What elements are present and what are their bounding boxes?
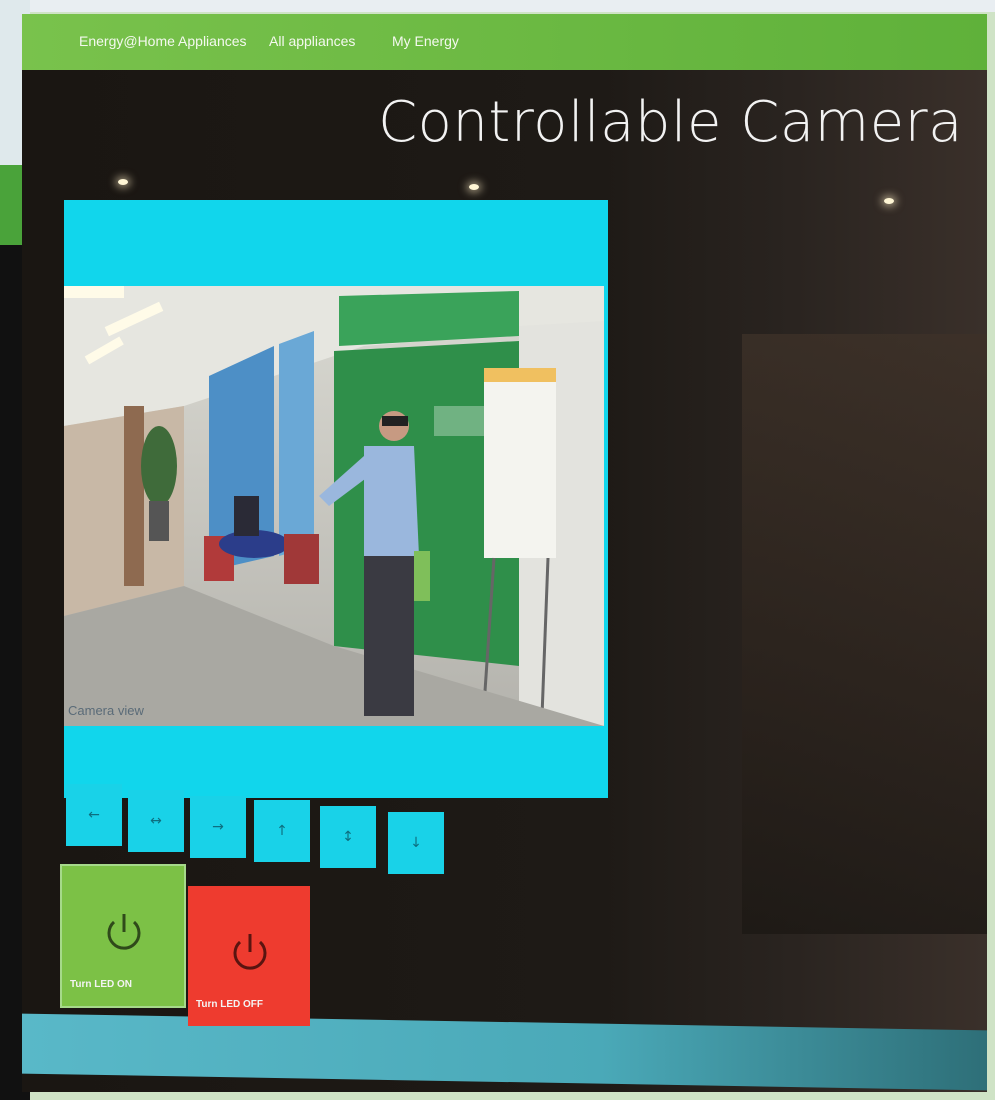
camera-panel: Camera view [64,200,608,798]
arrow-down-icon: ↓ [410,835,422,851]
ceiling-light [118,179,128,185]
tilt-vertical-button[interactable]: ↕ [320,806,376,868]
camera-image [64,286,604,726]
nav-item-all-appliances[interactable]: All appliances [269,33,355,49]
tilt-up-button[interactable]: ↑ [254,800,310,862]
ceiling-light [884,198,894,204]
page-title: Controllable Camera [378,90,963,155]
arrow-left-right-icon: ↔ [150,813,162,829]
turn-led-on-button[interactable]: Turn LED ON [60,864,186,1008]
nav-item-my-energy[interactable]: My Energy [392,33,459,49]
led-off-label: Turn LED OFF [196,999,264,1010]
tilt-down-button[interactable]: ↓ [388,812,444,874]
power-icon [107,914,141,950]
top-nav-bar: Energy@Home Appliances All appliances My… [22,14,987,70]
arrow-right-icon: → [212,819,224,835]
outer-background [0,0,995,12]
turn-led-off-button[interactable]: Turn LED OFF [188,886,310,1026]
pan-left-button[interactable]: ← [66,784,122,846]
arrow-up-down-icon: ↕ [342,829,354,845]
camera-caption: Camera view [68,703,144,718]
arrow-left-icon: ← [88,807,100,823]
arrow-up-icon: ↑ [276,823,288,839]
pan-horizontal-button[interactable]: ↔ [128,790,184,852]
pan-right-button[interactable]: → [190,796,246,858]
bottom-app-bar [22,1013,987,1091]
led-on-label: Turn LED ON [70,979,133,990]
ceiling-light [469,184,479,190]
power-icon [233,934,267,970]
app-window: Energy@Home Appliances All appliances My… [22,14,987,1092]
nav-item-energy-home-appliances[interactable]: Energy@Home Appliances [79,33,247,49]
camera-feed: Camera view [64,286,604,726]
